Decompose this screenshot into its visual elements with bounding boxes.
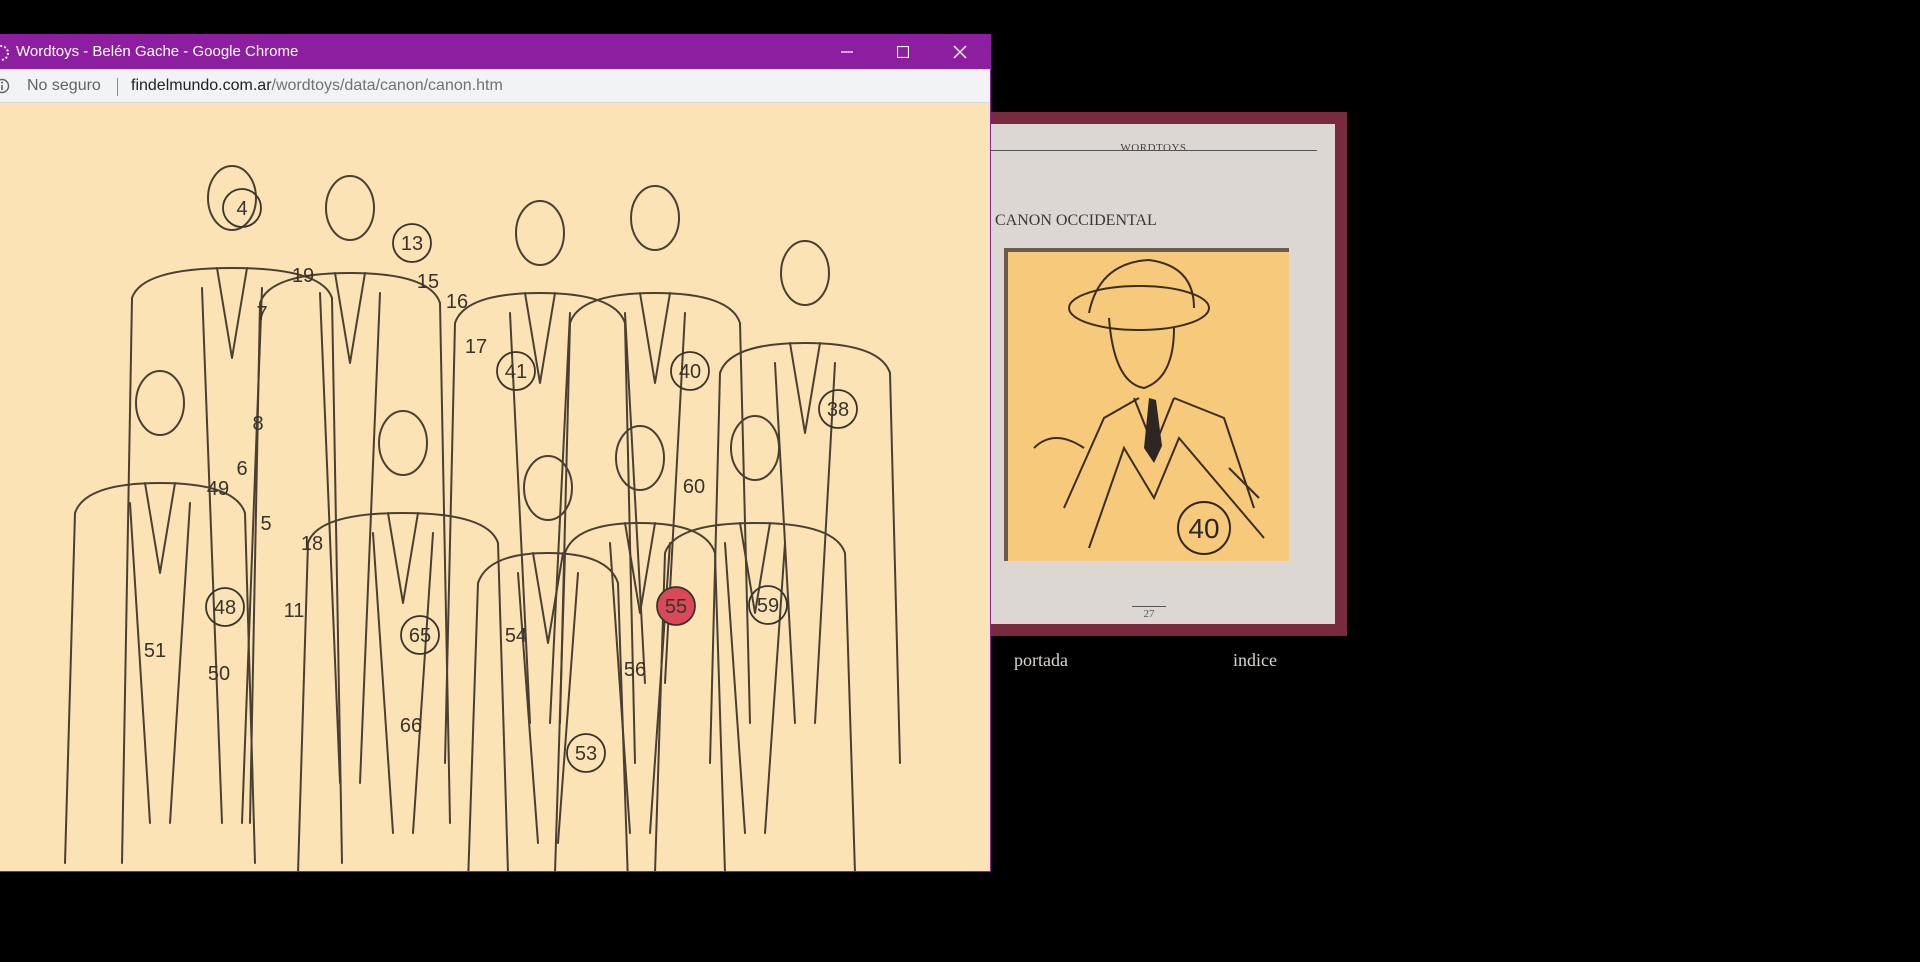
illustration-label: 19 (292, 265, 314, 287)
label-number: 49 (207, 478, 229, 500)
men-fashion-illustration: 4786519181315161741 4038604948 11515065665… (64, 165, 901, 871)
title-bar[interactable]: Wordtoys - Belén Gache - Google Chrome (0, 34, 990, 69)
indice-link[interactable]: indice (1233, 650, 1277, 671)
illustration-label: 40 (670, 351, 710, 391)
label-number: 16 (446, 291, 468, 313)
illustration-label: 8 (252, 413, 263, 435)
illustration-label: 18 (301, 533, 323, 555)
illustration-label: 13 (392, 223, 432, 263)
illustration-label: 66 (400, 715, 422, 737)
illustration-label: 65 (400, 615, 440, 655)
page-content: 4 7 8 6 5 19 18 13 15 16 17 41 40 38 60 49 48 11 51 50 65 66 5… (0, 103, 990, 871)
label-number: 55 (665, 596, 687, 618)
label-number: 60 (683, 476, 705, 498)
illustration-label: 60 (683, 476, 705, 498)
browser-window: Wordtoys - Belén Gache - Google Chrome N… (0, 34, 991, 872)
illustration-label: 17 (465, 336, 487, 358)
label-number: 5 (260, 513, 271, 535)
illustration-label: 16 (446, 291, 468, 313)
figure-sketch (467, 455, 629, 871)
label-number: 59 (757, 595, 779, 617)
label-number: 56 (624, 659, 646, 681)
label-number: 8 (252, 413, 263, 435)
window-title: Wordtoys - Belén Gache - Google Chrome (16, 43, 299, 60)
url-path: /wordtoys/data/canon/canon.htm (271, 77, 503, 94)
book-illustration: 40 (1004, 248, 1289, 561)
label-number: 38 (827, 399, 849, 421)
label-number: 4 (236, 198, 247, 220)
url-host: findelmundo.com.ar (131, 77, 272, 94)
illustration-label: 51 (144, 640, 166, 662)
minimize-button[interactable] (819, 34, 875, 69)
figure-sketch (559, 185, 751, 724)
illustration-label: 54 (505, 625, 527, 647)
header-divider (990, 150, 1317, 151)
label-number: 19 (292, 265, 314, 287)
label-number: 17 (465, 336, 487, 358)
book-page-frame: WORDTOYS CANON OCCIDENTAL 40 27 (990, 112, 1347, 636)
page-number: 27 (1132, 606, 1166, 620)
label-number: 53 (575, 743, 597, 765)
close-button[interactable] (932, 34, 988, 69)
url-text[interactable]: findelmundo.com.ar/wordtoys/data/canon/c… (131, 77, 503, 95)
illustration-label: 15 (417, 271, 439, 293)
label-number: 50 (208, 663, 230, 685)
label-number: 18 (301, 533, 323, 555)
illustration-label: 11 (284, 600, 305, 622)
label-number: 51 (144, 640, 166, 662)
label-number: 13 (401, 233, 423, 255)
address-separator (117, 78, 118, 96)
illustration-label: 41 (496, 351, 536, 391)
label-number: 54 (505, 625, 527, 647)
maximize-button[interactable] (875, 34, 931, 69)
illustration-label: 50 (208, 663, 230, 685)
label-number: 41 (505, 361, 527, 383)
label-number: 65 (409, 625, 431, 647)
illustration-label: 48 (205, 587, 245, 627)
label-number: 48 (214, 597, 236, 619)
label-number: 66 (400, 715, 422, 737)
book-title: CANON OCCIDENTAL (995, 212, 1157, 229)
book-header: WORDTOYS (1120, 142, 1187, 154)
info-icon[interactable] (0, 78, 10, 99)
label-number: 7 (256, 303, 267, 325)
portada-link[interactable]: portada (1014, 650, 1068, 671)
security-label[interactable]: No seguro (27, 77, 101, 95)
illustration-label: 55 (656, 586, 696, 626)
figure-sketch (444, 200, 636, 764)
site-favicon-icon (0, 44, 10, 67)
illustration-label: 56 (624, 659, 646, 681)
illustration-label: 5 (260, 513, 271, 535)
book-page: WORDTOYS CANON OCCIDENTAL 40 27 (990, 124, 1335, 624)
minimize-icon (841, 50, 853, 53)
illustration-label: 53 (566, 733, 606, 773)
address-bar[interactable]: No seguro findelmundo.com.ar/wordtoys/da… (0, 69, 990, 103)
illustration-label: 7 (256, 303, 267, 325)
illustration-label: 49 (207, 478, 229, 500)
label-number: 6 (236, 458, 247, 480)
close-icon (953, 45, 967, 58)
illustration-label: 6 (236, 458, 247, 480)
illustration-label: 38 (818, 389, 858, 429)
label-number: 40 (679, 361, 701, 383)
book-image-label: 40 (1188, 513, 1219, 544)
label-number: 15 (417, 271, 439, 293)
label-number: 11 (284, 600, 305, 622)
maximize-icon (897, 45, 909, 58)
